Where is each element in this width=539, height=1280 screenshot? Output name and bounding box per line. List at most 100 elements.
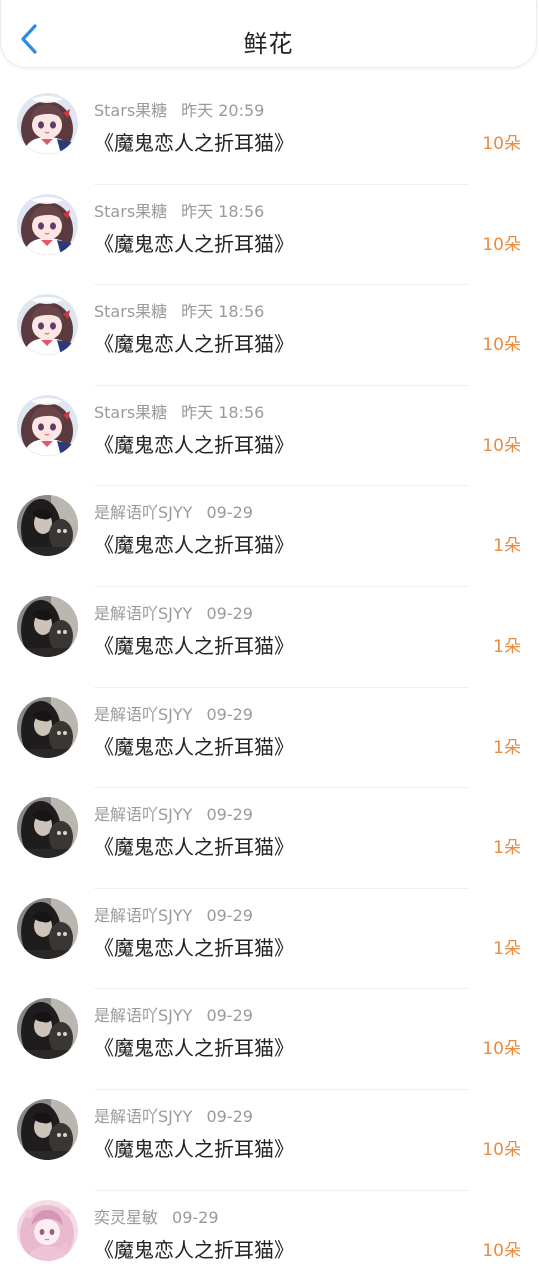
sender-name[interactable]: 是解语吖SJYY [94,1107,192,1126]
dark-photo-avatar [17,696,78,758]
anime-girl-avatar [17,294,78,356]
gift-row[interactable]: Stars果糖 昨天 18:56 《魔鬼恋人之折耳猫》 10朵 [0,185,539,286]
flower-count: 10朵 [482,1139,521,1160]
sender-name[interactable]: 是解语吖SJYY [94,805,192,824]
sender-meta: Stars果糖 昨天 18:56 [94,399,264,423]
gift-time: 09-29 [206,704,253,724]
work-title[interactable]: 《魔鬼恋人之折耳猫》 [94,429,294,458]
flower-count: 10朵 [482,335,521,356]
flower-count: 1朵 [493,838,521,859]
anime-girl-avatar [17,394,78,456]
flower-count: 1朵 [493,536,521,557]
flower-count: 10朵 [482,1240,521,1261]
flower-count: 1朵 [493,636,521,657]
dark-photo-avatar [17,595,78,657]
flower-count: 1朵 [493,938,521,959]
sender-name[interactable]: 是解语吖SJYY [94,604,192,623]
gift-time: 09-29 [172,1207,219,1227]
work-title[interactable]: 《魔鬼恋人之折耳猫》 [94,831,294,860]
gift-row[interactable]: 是解语吖SJYY 09-29 《魔鬼恋人之折耳猫》 1朵 [0,587,539,688]
flower-count: 10朵 [482,1039,521,1060]
gift-list: Stars果糖 昨天 20:59 《魔鬼恋人之折耳猫》 10朵 Stars果糖 昨天 18… [0,84,539,1280]
work-title[interactable]: 《魔鬼恋人之折耳猫》 [94,932,294,961]
avatar[interactable] [17,595,78,657]
gift-time: 09-29 [206,905,253,925]
sender-meta: 是解语吖SJYY 09-29 [94,600,253,624]
flower-count: 10朵 [482,435,521,456]
anime-girl-avatar [17,193,78,255]
gift-row[interactable]: 是解语吖SJYY 09-29 《魔鬼恋人之折耳猫》 1朵 [0,486,539,587]
sender-meta: Stars果糖 昨天 18:56 [94,298,264,322]
gift-time: 昨天 18:56 [181,402,265,422]
sender-meta: 是解语吖SJYY 09-29 [94,701,253,725]
gift-time: 09-29 [206,805,253,825]
sender-name[interactable]: Stars果糖 [94,403,167,422]
avatar[interactable] [17,897,78,959]
pink-anime-avatar [17,1199,78,1261]
sender-name[interactable]: 是解语吖SJYY [94,1006,192,1025]
sender-name[interactable]: 奕灵星敏 [94,1208,158,1227]
dark-photo-avatar [17,998,78,1060]
dark-photo-avatar [17,797,78,859]
gift-time: 昨天 20:59 [181,101,265,120]
sender-meta: 是解语吖SJYY 09-29 [94,499,253,523]
work-title[interactable]: 《魔鬼恋人之折耳猫》 [94,630,294,659]
sender-name[interactable]: 是解语吖SJYY [94,906,192,925]
sender-name[interactable]: 是解语吖SJYY [94,705,192,724]
avatar[interactable] [17,294,78,356]
avatar[interactable] [17,1098,78,1160]
page: 鲜花 Stars果糖 昨天 20:59 《魔鬼恋人之折耳猫》 10朵 Stars果糖 昨天… [0,0,539,1280]
sender-meta: Stars果糖 昨天 20:59 [94,97,264,121]
gift-row[interactable]: 是解语吖SJYY 09-29 《魔鬼恋人之折耳猫》 1朵 [0,788,539,889]
anime-girl-avatar [17,93,78,154]
sender-name[interactable]: Stars果糖 [94,101,167,120]
page-title: 鲜花 [243,30,294,58]
gift-row[interactable]: 是解语吖SJYY 09-29 《魔鬼恋人之折耳猫》 1朵 [0,889,539,990]
avatar[interactable] [17,193,78,255]
avatar[interactable] [17,93,78,154]
avatar[interactable] [17,1199,78,1261]
flower-count: 1朵 [493,737,521,758]
sender-meta: 是解语吖SJYY 09-29 [94,902,253,926]
work-title[interactable]: 《魔鬼恋人之折耳猫》 [94,731,294,760]
work-title[interactable]: 《魔鬼恋人之折耳猫》 [94,328,294,357]
top-bar: 鲜花 [0,0,537,68]
sender-meta: Stars果糖 昨天 18:56 [94,198,264,222]
gift-time: 昨天 18:56 [181,302,265,322]
sender-meta: 奕灵星敏 09-29 [94,1204,219,1228]
avatar[interactable] [17,696,78,758]
gift-row[interactable]: 是解语吖SJYY 09-29 《魔鬼恋人之折耳猫》 10朵 [0,1090,539,1191]
work-title[interactable]: 《魔鬼恋人之折耳猫》 [94,1234,294,1263]
sender-meta: 是解语吖SJYY 09-29 [94,1103,253,1127]
gift-row[interactable]: Stars果糖 昨天 18:56 《魔鬼恋人之折耳猫》 10朵 [0,386,539,487]
gift-row[interactable]: 是解语吖SJYY 09-29 《魔鬼恋人之折耳猫》 10朵 [0,989,539,1090]
work-title[interactable]: 《魔鬼恋人之折耳猫》 [94,1133,294,1162]
work-title[interactable]: 《魔鬼恋人之折耳猫》 [94,529,294,558]
work-title[interactable]: 《魔鬼恋人之折耳猫》 [94,127,294,156]
gift-time: 09-29 [206,603,253,623]
gift-time: 09-29 [206,1006,253,1026]
sender-meta: 是解语吖SJYY 09-29 [94,1002,253,1026]
sender-name[interactable]: 是解语吖SJYY [94,503,192,522]
work-title[interactable]: 《魔鬼恋人之折耳猫》 [94,228,294,257]
dark-photo-avatar [17,1098,78,1160]
dark-photo-avatar [17,495,78,557]
avatar[interactable] [17,394,78,456]
gift-row[interactable]: 是解语吖SJYY 09-29 《魔鬼恋人之折耳猫》 1朵 [0,688,539,789]
work-title[interactable]: 《魔鬼恋人之折耳猫》 [94,1032,294,1061]
avatar[interactable] [17,797,78,859]
gift-time: 09-29 [206,1106,253,1126]
sender-meta: 是解语吖SJYY 09-29 [94,801,253,825]
gift-row[interactable]: 奕灵星敏 09-29 《魔鬼恋人之折耳猫》 10朵 [0,1191,539,1280]
gift-row[interactable]: Stars果糖 昨天 18:56 《魔鬼恋人之折耳猫》 10朵 [0,285,539,386]
gift-time: 09-29 [206,503,253,523]
dark-photo-avatar [17,897,78,959]
flower-count: 10朵 [482,234,521,255]
avatar[interactable] [17,495,78,557]
sender-name[interactable]: Stars果糖 [94,302,167,321]
avatar[interactable] [17,998,78,1060]
gift-row[interactable]: Stars果糖 昨天 20:59 《魔鬼恋人之折耳猫》 10朵 [0,84,539,185]
flower-count: 10朵 [482,134,521,154]
sender-name[interactable]: Stars果糖 [94,202,167,221]
gift-time: 昨天 18:56 [181,201,265,221]
